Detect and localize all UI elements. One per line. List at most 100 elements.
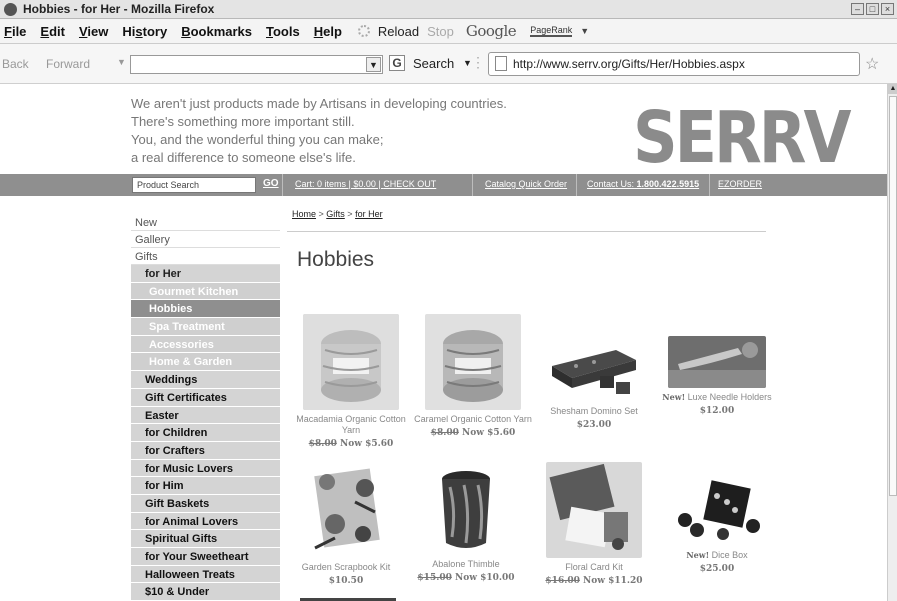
product-name[interactable]: Floral Card Kit bbox=[535, 562, 653, 573]
breadcrumb-home[interactable]: Home bbox=[292, 209, 316, 219]
product-card[interactable]: Macadamia Organic Cotton Yarn $8.00 Now … bbox=[292, 314, 410, 450]
back-button[interactable]: Back bbox=[2, 57, 29, 71]
abalone-thimble-image[interactable] bbox=[436, 467, 496, 555]
scrollbar-thumb[interactable] bbox=[889, 96, 897, 496]
breadcrumb: Home > Gifts > for Her bbox=[292, 209, 383, 219]
product-card[interactable]: Floral Card Kit $16.00 Now $11.20 bbox=[535, 462, 653, 587]
divider bbox=[287, 231, 766, 232]
search-button[interactable]: Search bbox=[413, 56, 454, 71]
breadcrumb-sep: > bbox=[344, 209, 356, 219]
maximize-button[interactable]: □ bbox=[866, 3, 879, 15]
needle-holder-image[interactable] bbox=[668, 336, 766, 388]
product-card[interactable]: New! Luxe Needle Holders $12.00 bbox=[658, 336, 776, 417]
sidebar-item-weddings[interactable]: Weddings bbox=[131, 371, 280, 389]
go-button[interactable]: GO bbox=[263, 178, 279, 189]
menu-help[interactable]: Help bbox=[314, 24, 342, 39]
product-card[interactable]: Garden Scrapbook Kit $10.50 bbox=[287, 462, 405, 587]
dice-box-image[interactable] bbox=[669, 474, 765, 546]
sidebar-item-accessories[interactable]: Accessories bbox=[131, 335, 280, 354]
bookmark-star-icon[interactable]: ☆ bbox=[865, 54, 879, 74]
yarn-icon bbox=[425, 314, 521, 410]
phone-number: 1.800.422.5915 bbox=[634, 179, 700, 189]
cart-link[interactable]: Cart: bbox=[295, 179, 315, 189]
toolbar-search-input[interactable]: ▼ bbox=[130, 55, 383, 74]
product-name[interactable]: New! Dice Box bbox=[658, 550, 776, 561]
product-name[interactable]: Macadamia Organic Cotton Yarn bbox=[292, 414, 410, 436]
sidebar-item-gallery[interactable]: Gallery bbox=[131, 231, 280, 248]
floral-card-kit-image[interactable] bbox=[546, 462, 642, 558]
tagline-line: You, and the wonderful thing you can mak… bbox=[131, 132, 384, 147]
firefox-icon bbox=[4, 2, 17, 16]
product-name[interactable]: New! Luxe Needle Holders bbox=[658, 392, 776, 403]
product-card[interactable]: Abalone Thimble $15.00 Now $10.00 bbox=[407, 467, 525, 584]
sidebar-item-for-crafters[interactable]: for Crafters bbox=[131, 441, 280, 460]
sidebar-item-10-under[interactable]: $10 & Under bbox=[131, 583, 280, 601]
site-logo[interactable]: SERRV bbox=[633, 92, 851, 184]
product-name-text[interactable]: Dice Box bbox=[712, 550, 748, 560]
menu-bookmarks[interactable]: Bookmarks bbox=[181, 24, 252, 39]
product-name[interactable]: Garden Scrapbook Kit bbox=[287, 562, 405, 573]
menu-view[interactable]: View bbox=[79, 24, 108, 39]
sidebar-item-halloween-treats[interactable]: Halloween Treats bbox=[131, 565, 280, 584]
product-card[interactable]: New! Dice Box $25.00 bbox=[658, 474, 776, 575]
sidebar-item-spiritual-gifts[interactable]: Spiritual Gifts bbox=[131, 530, 280, 548]
sidebar-item-for-him[interactable]: for Him bbox=[131, 477, 280, 495]
menu-edit[interactable]: Edit bbox=[40, 24, 65, 39]
sidebar-item-for-children[interactable]: for Children bbox=[131, 424, 280, 442]
reload-button[interactable]: Reload bbox=[378, 24, 419, 39]
contact-label[interactable]: Contact Us: bbox=[587, 179, 634, 189]
sidebar-item-for-music-lovers[interactable]: for Music Lovers bbox=[131, 459, 280, 478]
breadcrumb-sep: > bbox=[316, 209, 327, 219]
minimize-button[interactable]: – bbox=[851, 3, 864, 15]
domino-set-image[interactable] bbox=[546, 344, 642, 402]
close-button[interactable]: × bbox=[881, 3, 894, 15]
catalog-quick-order-link[interactable]: Catalog Quick Order bbox=[485, 179, 567, 189]
sidebar-item-easter[interactable]: Easter bbox=[131, 406, 280, 425]
sidebar-item-gourmet-kitchen[interactable]: Gourmet Kitchen bbox=[131, 282, 280, 301]
product-name[interactable]: Abalone Thimble bbox=[407, 559, 525, 570]
sidebar-item-gift-certificates[interactable]: Gift Certificates bbox=[131, 388, 280, 407]
stop-button[interactable]: Stop bbox=[427, 24, 454, 39]
sidebar-nav: New Gallery Gifts for Her Gourmet Kitche… bbox=[131, 214, 280, 601]
sidebar-item-gifts[interactable]: Gifts bbox=[131, 248, 280, 265]
breadcrumb-gifts[interactable]: Gifts bbox=[326, 209, 345, 219]
cart-status[interactable]: Cart: 0 items | $0.00 | CHECK OUT bbox=[295, 179, 436, 189]
sale-price: Now $5.60 bbox=[462, 428, 516, 438]
chevron-down-icon[interactable]: ▼ bbox=[366, 57, 381, 72]
sidebar-item-home-garden[interactable]: Home & Garden bbox=[131, 353, 280, 372]
chevron-down-icon[interactable]: ▼ bbox=[580, 26, 589, 36]
tagline-line: We aren't just products made by Artisans… bbox=[131, 96, 507, 111]
ezorder-link[interactable]: EZORDER bbox=[718, 179, 762, 189]
sidebar-item-gift-baskets[interactable]: Gift Baskets bbox=[131, 494, 280, 513]
scrapbook-kit-image[interactable] bbox=[305, 462, 387, 558]
contact-link[interactable]: Contact Us: 1.800.422.5915 bbox=[587, 179, 699, 189]
menu-tools[interactable]: Tools bbox=[266, 24, 300, 39]
product-name[interactable]: Caramel Organic Cotton Yarn bbox=[414, 414, 532, 425]
sidebar-item-for-her[interactable]: for Her bbox=[131, 265, 280, 283]
vertical-scrollbar[interactable]: ▲ bbox=[887, 84, 897, 601]
yarn-image[interactable] bbox=[425, 314, 521, 410]
forward-button[interactable]: Forward bbox=[46, 57, 90, 71]
pagerank-indicator[interactable]: PageRank bbox=[530, 25, 573, 37]
history-dropdown-icon[interactable]: ▼ bbox=[117, 57, 126, 67]
sidebar-item-for-your-sweetheart[interactable]: for Your Sweetheart bbox=[131, 548, 280, 566]
product-name[interactable]: Shesham Domino Set bbox=[535, 406, 653, 417]
sidebar-item-hobbies[interactable]: Hobbies bbox=[131, 300, 280, 319]
menu-file[interactable]: File bbox=[4, 24, 26, 39]
product-card[interactable]: Caramel Organic Cotton Yarn $8.00 Now $5… bbox=[414, 314, 532, 439]
google-toolbar-logo[interactable]: Google bbox=[466, 22, 517, 40]
menu-history[interactable]: History bbox=[122, 24, 167, 39]
product-name-text[interactable]: Luxe Needle Holders bbox=[688, 392, 772, 402]
address-bar[interactable]: http://www.serrv.org/Gifts/Her/Hobbies.a… bbox=[488, 52, 860, 76]
product-search-input[interactable]: Product Search bbox=[132, 177, 256, 193]
sidebar-item-new[interactable]: New bbox=[131, 214, 280, 231]
scroll-up-icon[interactable]: ▲ bbox=[888, 84, 897, 94]
menu-bar: File Edit View History Bookmarks Tools H… bbox=[0, 19, 897, 44]
product-card[interactable]: Shesham Domino Set $23.00 bbox=[535, 344, 653, 431]
sidebar-item-spa-treatment[interactable]: Spa Treatment bbox=[131, 318, 280, 336]
google-search-icon[interactable]: G bbox=[389, 55, 405, 71]
checkout-link[interactable]: CHECK OUT bbox=[383, 179, 436, 189]
breadcrumb-for-her[interactable]: for Her bbox=[355, 209, 383, 219]
yarn-image[interactable] bbox=[303, 314, 399, 410]
sidebar-item-for-animal-lovers[interactable]: for Animal Lovers bbox=[131, 512, 280, 531]
